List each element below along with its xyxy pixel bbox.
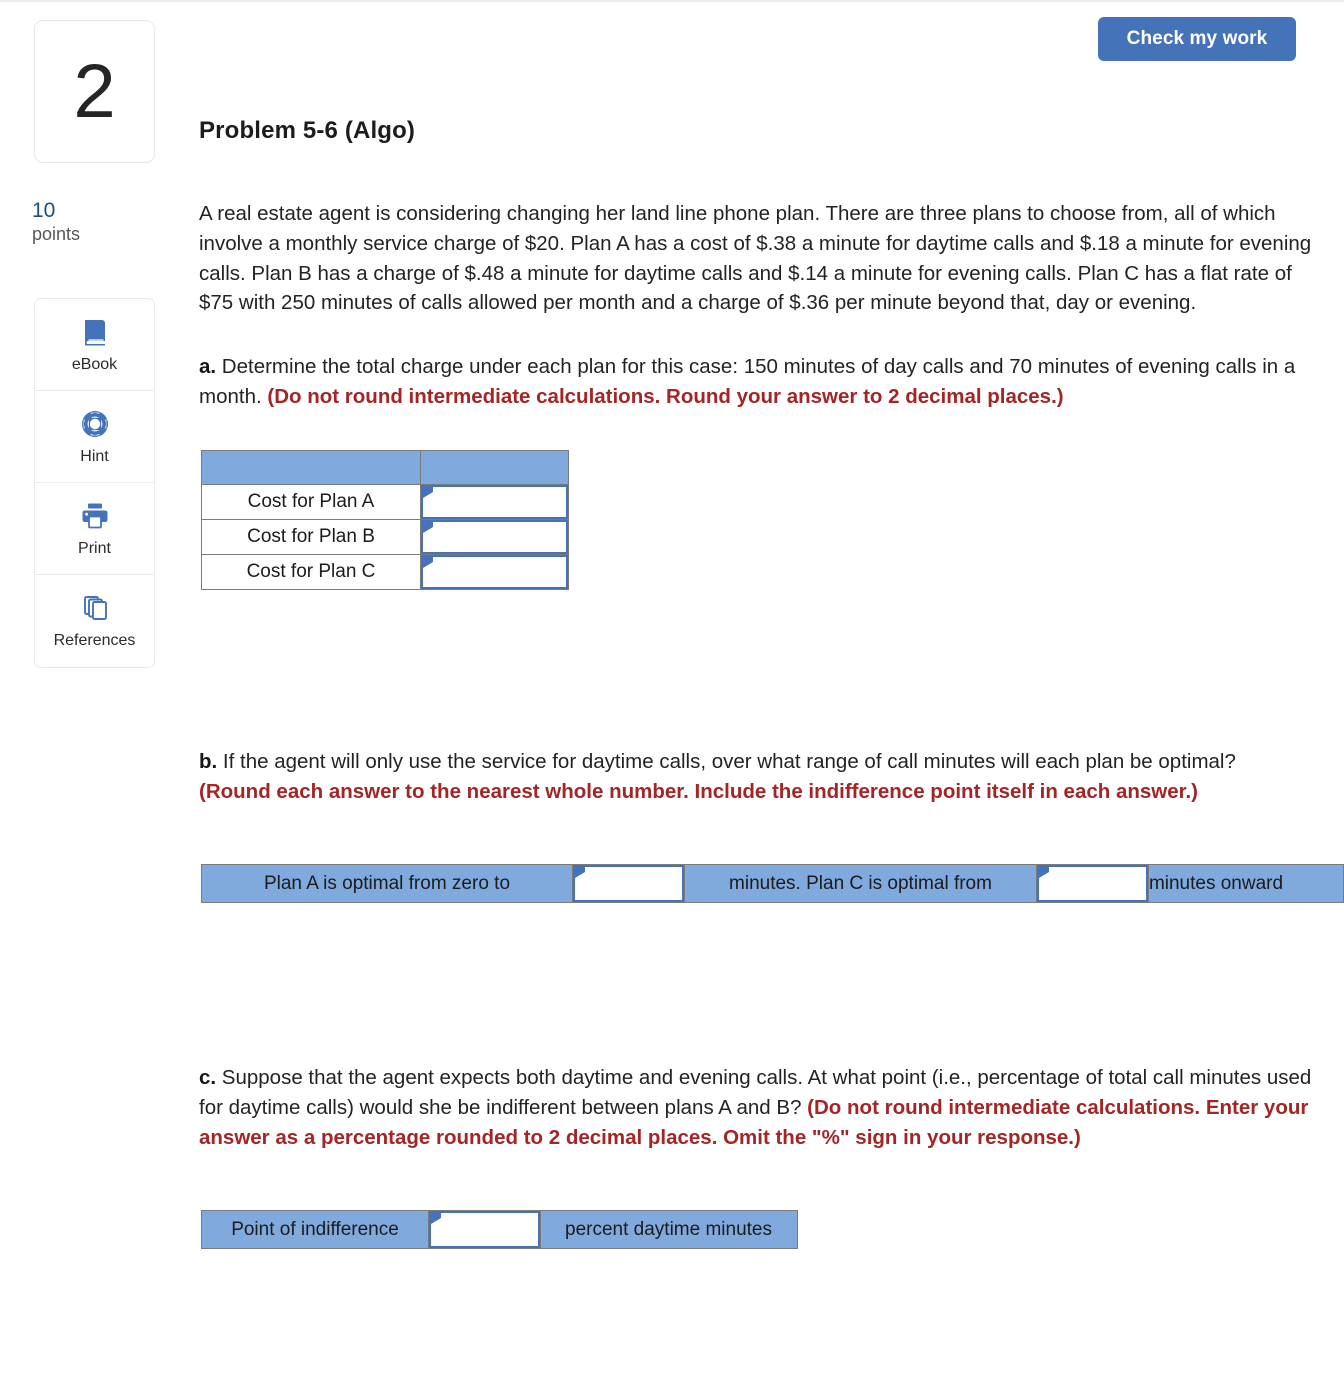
cost-plan-a-input[interactable] <box>423 487 566 517</box>
answer-field-wrapper-b1 <box>573 865 684 902</box>
part-a-label: a. <box>199 355 217 378</box>
point-of-indifference-input[interactable] <box>431 1213 538 1246</box>
row-input-cell-plan-c[interactable] <box>420 554 569 590</box>
answer-field-wrapper-c1 <box>429 1211 540 1248</box>
part-c-question: c. Suppose that the agent expects both d… <box>199 1063 1312 1152</box>
answer-field-wrapper-plan-b <box>421 520 568 554</box>
check-my-work-button[interactable]: Check my work <box>1098 17 1296 61</box>
page-top-divider <box>0 0 1344 2</box>
table-header-row <box>201 450 569 485</box>
part-b-input-cell-1[interactable] <box>573 865 685 902</box>
cost-plan-c-input[interactable] <box>423 557 566 587</box>
sidebar-item-label-print: Print <box>78 539 111 557</box>
points-block: 10 points <box>32 198 80 246</box>
cost-plan-b-input[interactable] <box>423 522 566 552</box>
answer-field-wrapper-plan-c <box>421 555 568 589</box>
part-c-label: c. <box>199 1066 217 1089</box>
table-header-cell-value <box>420 450 569 485</box>
sidebar-item-hint[interactable]: Hint <box>35 391 154 483</box>
row-input-cell-plan-a[interactable] <box>420 484 569 520</box>
points-value: 10 <box>32 199 56 222</box>
question-number-badge: 2 <box>34 20 155 163</box>
part-c-text-1: Point of indifference <box>202 1211 429 1248</box>
row-label-plan-a: Cost for Plan A <box>201 484 421 520</box>
sidebar-item-print[interactable]: Print <box>35 483 154 575</box>
row-label-plan-c: Cost for Plan C <box>201 554 421 590</box>
part-b-text-2: minutes. Plan C is optimal from <box>685 865 1037 902</box>
part-a-instruction: (Do not round intermediate calculations.… <box>267 384 1064 408</box>
part-b-label: b. <box>199 750 218 773</box>
part-a-answer-table: Cost for Plan A Cost for Plan B Cost for… <box>201 450 569 590</box>
book-icon <box>79 316 111 348</box>
part-b-text-1: Plan A is optimal from zero to <box>202 865 573 902</box>
points-label: points <box>32 223 81 244</box>
part-c-input-cell[interactable] <box>429 1211 541 1248</box>
tool-sidebar: eBook Hint Print References <box>34 298 155 668</box>
question-number: 2 <box>73 48 116 134</box>
table-header-cell-label <box>201 450 421 485</box>
part-b-prompt: If the agent will only use the service f… <box>217 750 1236 773</box>
life-ring-icon <box>79 408 111 440</box>
sidebar-item-label-hint: Hint <box>80 447 109 465</box>
sidebar-item-references[interactable]: References <box>35 575 154 667</box>
sidebar-item-label-ebook: eBook <box>71 355 118 373</box>
plan-c-lower-limit-input[interactable] <box>1039 867 1146 900</box>
plan-a-upper-limit-input[interactable] <box>575 867 682 900</box>
part-c-text-2: percent daytime minutes <box>565 1218 772 1240</box>
part-a-question: a. Determine the total charge under each… <box>199 352 1312 412</box>
table-row: Cost for Plan A <box>201 484 569 520</box>
row-label-plan-b: Cost for Plan B <box>201 519 421 555</box>
answer-field-wrapper-plan-a <box>421 485 568 519</box>
sidebar-item-ebook[interactable]: eBook <box>35 299 154 391</box>
table-row: Cost for Plan C <box>201 554 569 590</box>
part-b-text-3: minutes onward <box>1148 872 1284 894</box>
part-b-instruction: (Round each answer to the nearest whole … <box>199 779 1199 803</box>
table-row: Cost for Plan B <box>201 519 569 555</box>
sidebar-item-label-references: References <box>53 632 136 649</box>
row-input-cell-plan-b[interactable] <box>420 519 569 555</box>
answer-field-wrapper-b2 <box>1037 865 1148 902</box>
part-b-input-cell-2[interactable] <box>1037 865 1149 902</box>
page-title: Problem 5-6 (Algo) <box>199 117 416 144</box>
printer-icon <box>79 500 111 532</box>
part-c-answer-bar: Point of indifference percent daytime mi… <box>201 1210 798 1249</box>
part-b-answer-bar: Plan A is optimal from zero to minutes. … <box>201 864 1344 903</box>
problem-intro-text: A real estate agent is considering chang… <box>199 202 1312 315</box>
part-b-question: b. If the agent will only use the servic… <box>199 747 1312 807</box>
copy-pages-icon <box>79 592 111 624</box>
